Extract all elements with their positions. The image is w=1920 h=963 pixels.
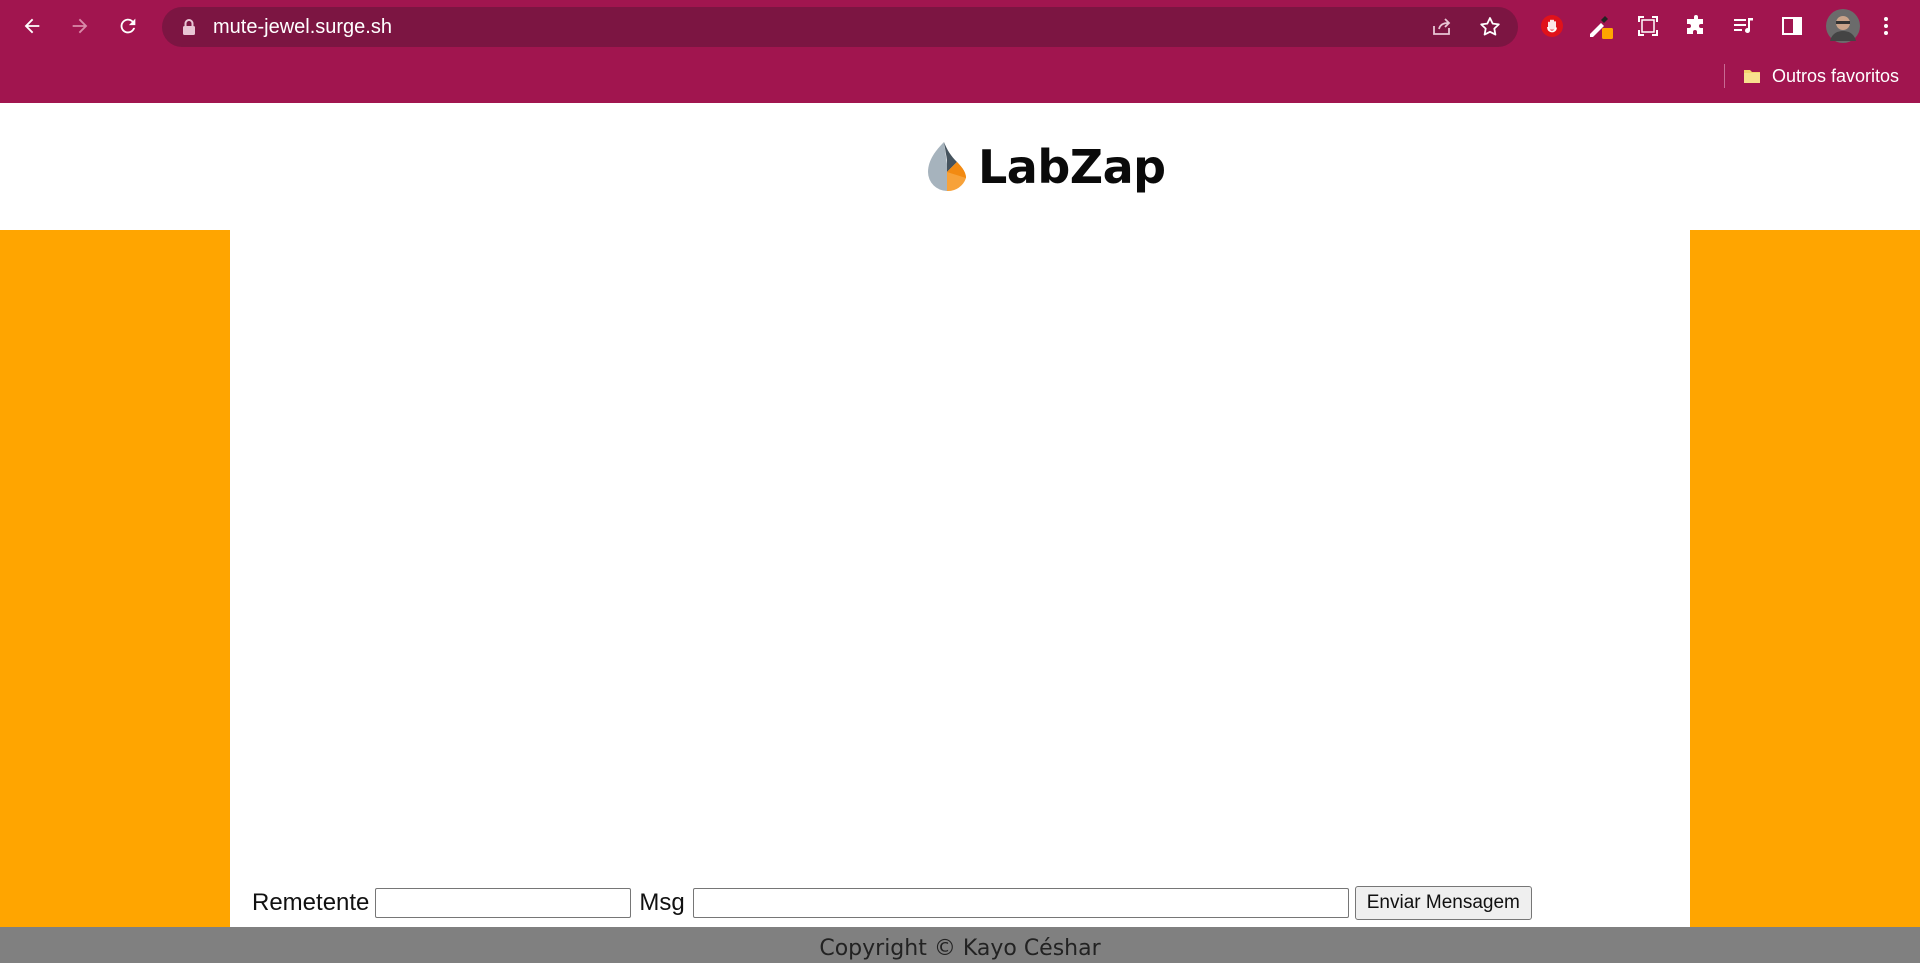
extension-eyedropper-button[interactable] bbox=[1586, 12, 1614, 40]
side-panel-icon bbox=[1782, 17, 1802, 35]
extension-screenshot-button[interactable] bbox=[1634, 12, 1662, 40]
message-form: Remetente Msg Enviar Mensagem bbox=[252, 885, 1532, 921]
browser-toolbar: mute-jewel.surge.sh bbox=[0, 0, 1920, 52]
labzap-logo-icon bbox=[928, 142, 966, 192]
message-input[interactable] bbox=[692, 888, 1349, 918]
share-icon[interactable] bbox=[1430, 15, 1454, 39]
folder-icon bbox=[1744, 70, 1760, 83]
back-arrow-icon bbox=[24, 18, 40, 34]
stop-hand-icon bbox=[1541, 15, 1563, 37]
avatar bbox=[1826, 9, 1860, 43]
sender-input[interactable] bbox=[375, 888, 632, 918]
msg-label: Msg bbox=[639, 889, 685, 916]
media-queue-button[interactable] bbox=[1730, 12, 1758, 40]
back-button[interactable] bbox=[14, 8, 50, 44]
page-footer: Copyright © Kayo Céshar bbox=[0, 927, 1920, 963]
bookmark-folder-label: Outros favoritos bbox=[1772, 65, 1900, 86]
url-text: mute-jewel.surge.sh bbox=[213, 16, 392, 38]
extension-stop-button[interactable] bbox=[1538, 12, 1566, 40]
copyright-text: Copyright © Kayo Céshar bbox=[819, 936, 1101, 961]
message-area bbox=[230, 230, 1690, 930]
profile-button[interactable] bbox=[1826, 9, 1860, 43]
left-side-panel bbox=[0, 230, 230, 930]
send-message-button[interactable]: Enviar Mensagem bbox=[1354, 886, 1532, 920]
puzzle-icon bbox=[1687, 15, 1703, 34]
page-header: LabZap bbox=[0, 103, 1920, 230]
brand-name: LabZap bbox=[978, 140, 1166, 194]
extensions-button[interactable] bbox=[1682, 12, 1710, 40]
forward-arrow-icon bbox=[72, 18, 88, 34]
bookmark-folder-other[interactable]: Outros favoritos bbox=[1742, 62, 1899, 90]
bookmarks-bar: Outros favoritos bbox=[0, 52, 1920, 103]
browser-chrome: mute-jewel.surge.sh Outros favoritos bbox=[0, 0, 1920, 103]
sender-label: Remetente bbox=[252, 889, 370, 916]
reload-icon bbox=[120, 18, 136, 34]
brand-logo: LabZap bbox=[922, 135, 1166, 199]
star-icon[interactable] bbox=[1478, 15, 1502, 39]
lock-icon bbox=[183, 19, 195, 35]
web-page: LabZap Remetente Msg Enviar Mensagem Cop… bbox=[0, 103, 1920, 963]
browser-menu-button[interactable] bbox=[1872, 12, 1900, 40]
bookmarks-divider bbox=[1724, 64, 1725, 88]
reload-button[interactable] bbox=[110, 8, 146, 44]
screenshot-icon bbox=[1638, 16, 1658, 36]
eyedropper-icon bbox=[1590, 16, 1613, 39]
forward-button[interactable] bbox=[62, 8, 98, 44]
media-queue-icon bbox=[1734, 18, 1753, 34]
right-side-panel bbox=[1690, 230, 1920, 930]
more-vert-icon bbox=[1884, 17, 1888, 35]
side-panel-button[interactable] bbox=[1778, 12, 1806, 40]
address-bar[interactable]: mute-jewel.surge.sh bbox=[162, 7, 1518, 47]
